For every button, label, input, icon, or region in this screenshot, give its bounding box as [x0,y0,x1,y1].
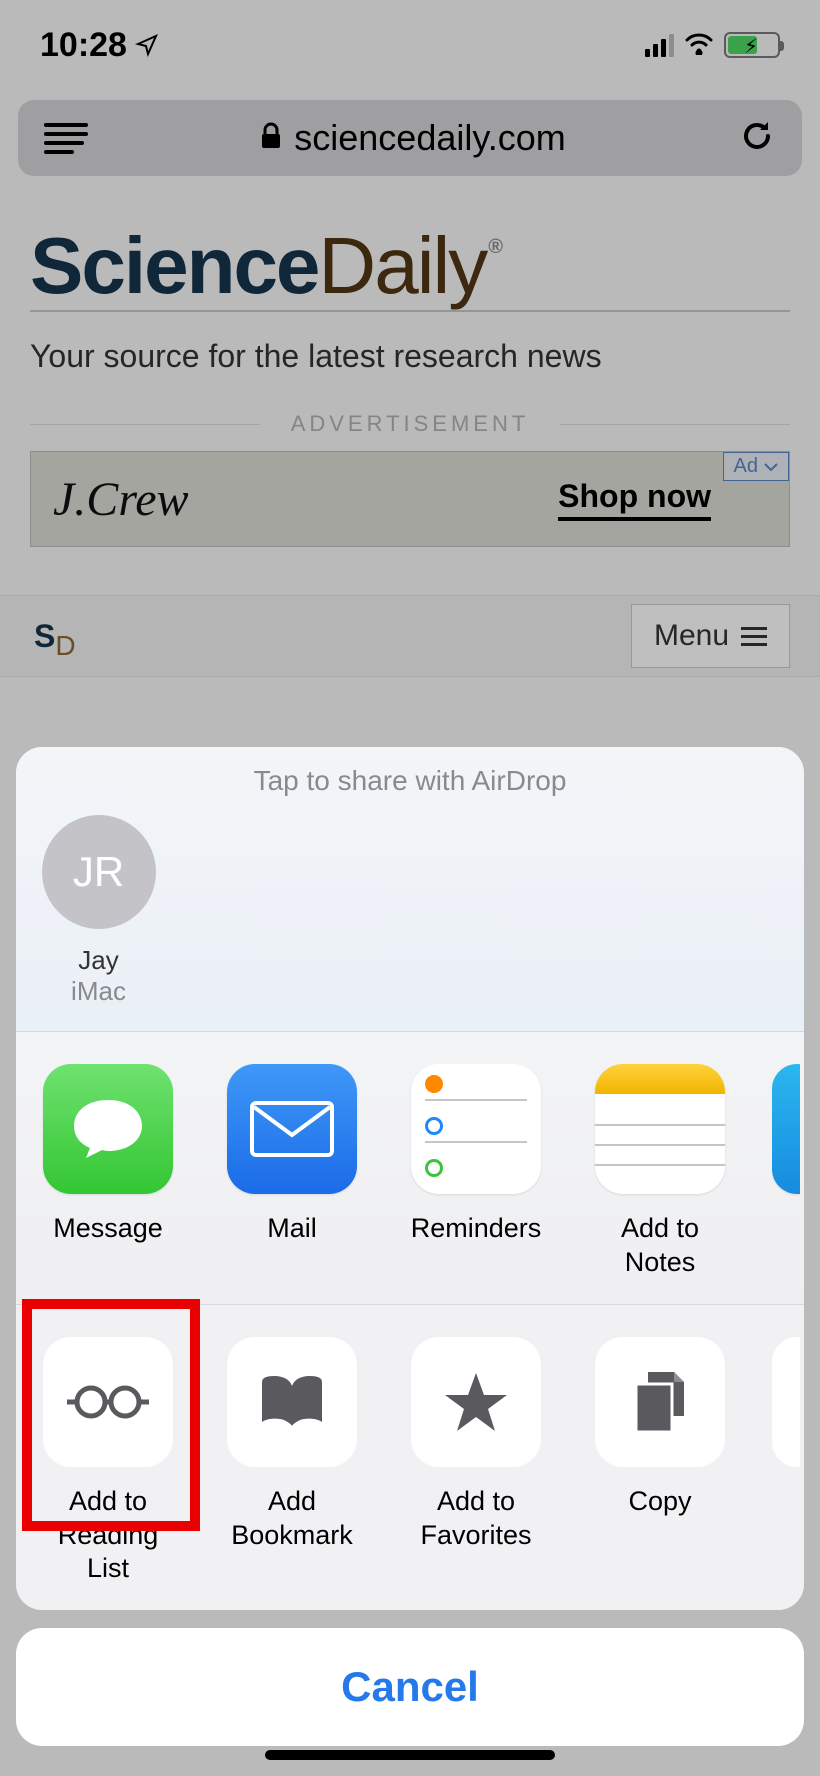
share-message[interactable]: Message [36,1064,180,1280]
action-copy[interactable]: Copy [588,1337,732,1586]
cancel-button[interactable]: Cancel [16,1628,804,1746]
action-favorites[interactable]: Add to Favorites [404,1337,548,1586]
airdrop-device: iMac [71,976,126,1007]
bookmark-label: Add Bookmark [220,1485,364,1553]
airdrop-section: Tap to share with AirDrop JR Jay iMac [16,747,804,1031]
copy-label: Copy [628,1485,691,1519]
share-notes-label: Add to Notes [588,1212,732,1280]
share-more-app[interactable] [772,1064,800,1280]
avatar: JR [42,815,156,929]
reminders-icon [411,1064,541,1194]
action-more[interactable] [772,1337,800,1586]
share-message-label: Message [53,1212,163,1246]
share-actions-row: Add to Reading List Add Bookmark Add to … [16,1305,804,1610]
cancel-label: Cancel [341,1663,479,1711]
mail-icon [227,1064,357,1194]
avatar-initials: JR [73,848,124,896]
reading-list-label: Add to Reading List [36,1485,180,1586]
copy-icon [595,1337,725,1467]
airdrop-name: Jay [78,945,118,976]
home-indicator[interactable] [265,1750,555,1760]
share-apps-row: Message Mail Reminders [16,1032,804,1304]
share-mail[interactable]: Mail [220,1064,364,1280]
airdrop-title: Tap to share with AirDrop [16,765,804,797]
action-bookmark[interactable]: Add Bookmark [220,1337,364,1586]
favorites-label: Add to Favorites [404,1485,548,1553]
action-reading-list[interactable]: Add to Reading List [36,1337,180,1586]
partial-app-icon [772,1064,800,1194]
more-action-icon [772,1337,800,1467]
reading-list-icon [43,1337,173,1467]
share-reminders[interactable]: Reminders [404,1064,548,1280]
airdrop-contact[interactable]: JR Jay iMac [16,815,181,1007]
share-mail-label: Mail [267,1212,317,1246]
favorites-icon [411,1337,541,1467]
share-notes[interactable]: Add to Notes [588,1064,732,1280]
share-sheet: Tap to share with AirDrop JR Jay iMac Me… [16,747,804,1746]
bookmark-icon [227,1337,357,1467]
share-reminders-label: Reminders [411,1212,542,1246]
message-icon [43,1064,173,1194]
notes-icon [595,1064,725,1194]
